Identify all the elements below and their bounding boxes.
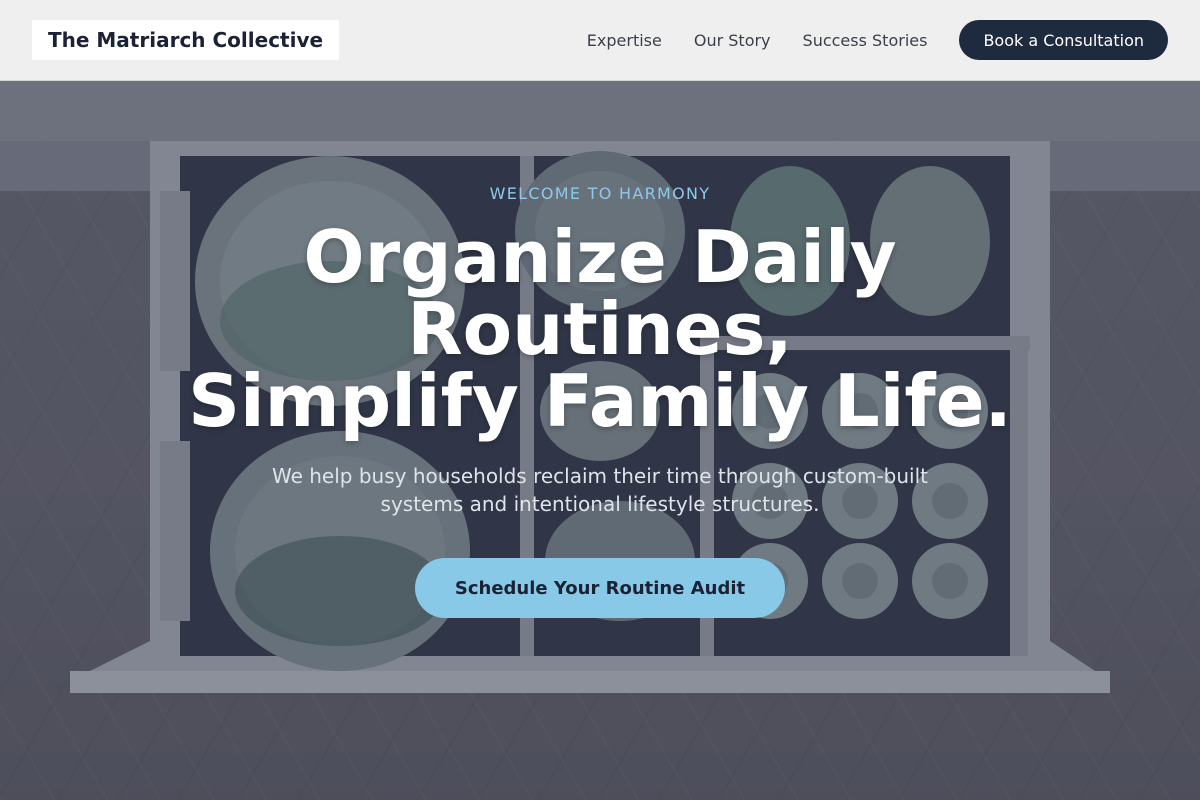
site-header: The Matriarch Collective Expertise Our S… <box>0 0 1200 81</box>
nav-link-our-story[interactable]: Our Story <box>694 31 771 50</box>
brand-name: The Matriarch Collective <box>48 28 324 52</box>
hero-eyebrow: WELCOME TO HARMONY <box>489 184 711 203</box>
hero-subtext: We help busy households reclaim their ti… <box>271 464 929 516</box>
hero-headline: Organize Daily Routines, Simplify Family… <box>0 221 1200 437</box>
hero-content: WELCOME TO HARMONY Organize Daily Routin… <box>0 81 1200 800</box>
nav-link-success-stories[interactable]: Success Stories <box>803 31 928 50</box>
hero-headline-line-2: Routines, <box>407 287 793 371</box>
brand-logo[interactable]: The Matriarch Collective <box>32 20 340 60</box>
hero-section: WELCOME TO HARMONY Organize Daily Routin… <box>0 81 1200 800</box>
hero-headline-line-1: Organize Daily <box>303 215 897 299</box>
nav-link-expertise[interactable]: Expertise <box>587 31 662 50</box>
schedule-audit-label: Schedule Your Routine Audit <box>454 577 746 599</box>
main-nav: Expertise Our Story Success Stories Book… <box>587 20 1168 60</box>
hero-headline-line-3: Simplify Family Life. <box>188 359 1012 443</box>
schedule-audit-button[interactable]: Schedule Your Routine Audit <box>415 558 785 618</box>
book-consultation-label: Book a Consultation <box>983 30 1144 50</box>
book-consultation-button[interactable]: Book a Consultation <box>959 20 1168 60</box>
